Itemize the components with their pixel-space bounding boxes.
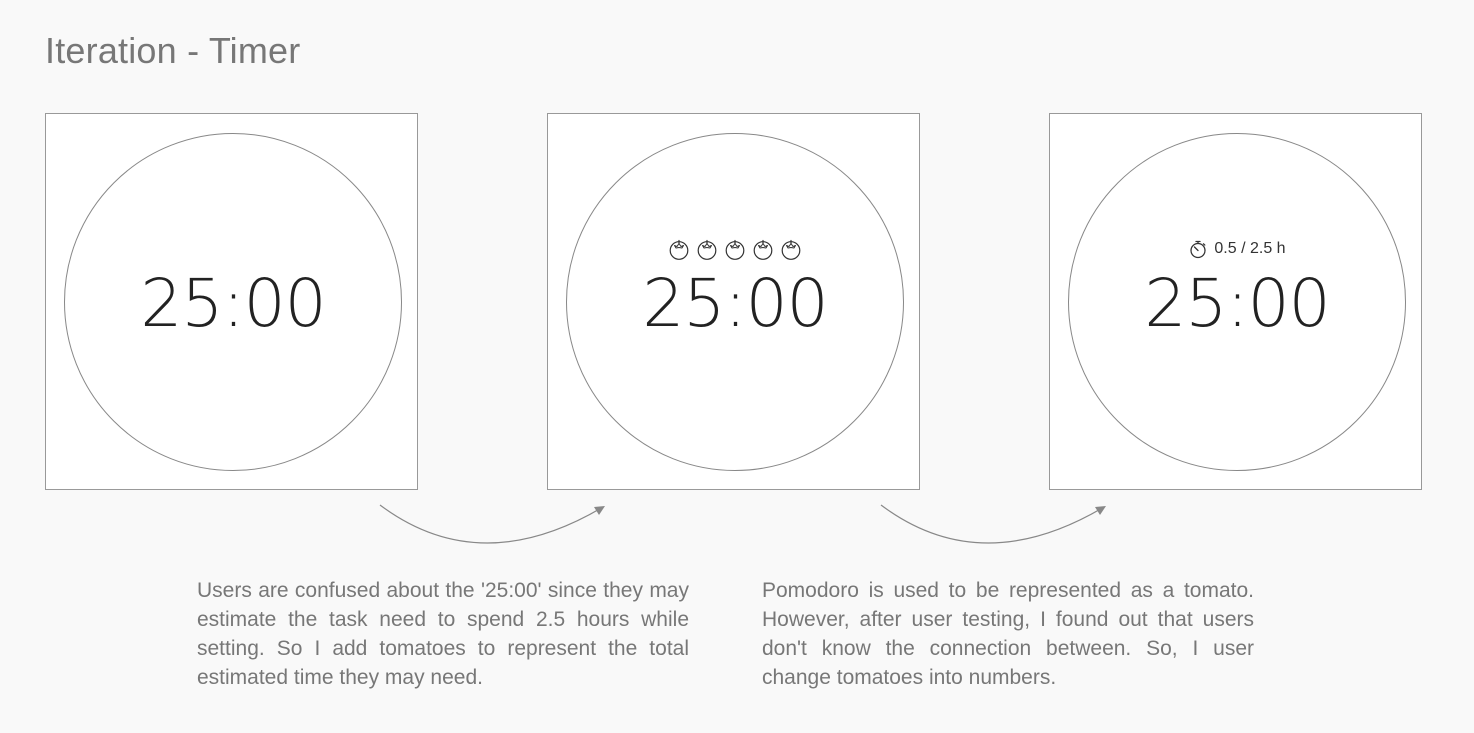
timer-frame-1: 25:00	[45, 113, 418, 490]
page-title: Iteration - Timer	[45, 30, 301, 71]
timer-frame-2: 25:00	[547, 113, 920, 490]
arrow-2	[880, 504, 1106, 544]
tomato-row	[567, 238, 903, 260]
stopwatch-icon	[1190, 240, 1207, 259]
note-2: Pomodoro is used to be represented as a …	[762, 579, 1254, 689]
tomato-icon	[753, 239, 773, 260]
note-1: Users are confused about the '25:00' sin…	[197, 579, 689, 689]
timer-dial: 25:00	[566, 133, 904, 471]
time-estimate-text: 0.5 / 2.5 h	[1214, 240, 1286, 257]
tomato-icon	[697, 239, 717, 260]
timer-display: 25:00	[1144, 265, 1330, 342]
timer-frame-3: 0.5 / 2.5 h 25:00	[1049, 113, 1422, 490]
timer-dial: 25:00	[64, 133, 402, 471]
time-estimate: 0.5 / 2.5 h	[1069, 239, 1405, 259]
timer-display: 25:00	[642, 265, 828, 342]
timer-display: 25:00	[140, 265, 326, 342]
tomato-icon	[781, 239, 801, 260]
timer-dial: 0.5 / 2.5 h 25:00	[1068, 133, 1406, 471]
tomato-icon	[725, 239, 745, 260]
tomato-icon	[669, 239, 689, 260]
arrow-1	[379, 504, 605, 544]
